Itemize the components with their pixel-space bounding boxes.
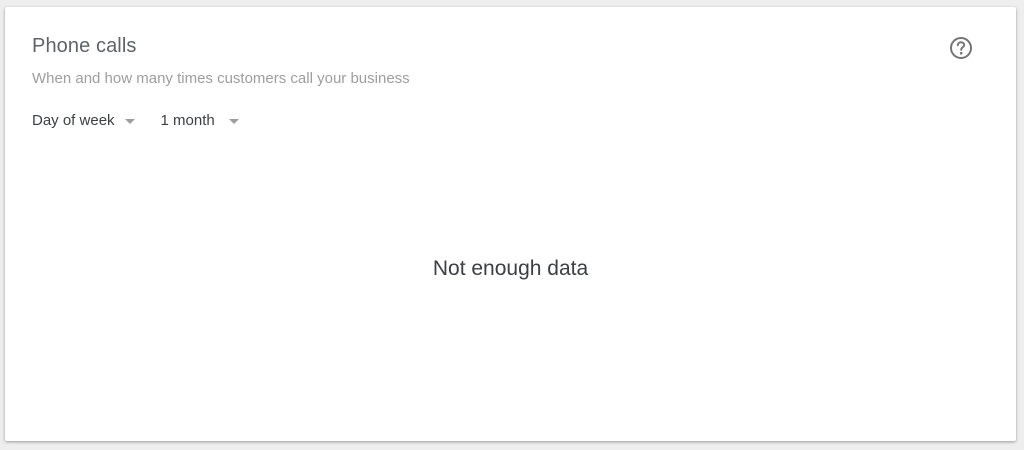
caret-down-icon [124,118,135,124]
card-title: Phone calls [32,35,137,57]
caret-down-icon [228,118,239,124]
card-subtitle: When and how many times customers call y… [32,70,410,87]
range-dropdown-value: 1 month [160,112,215,129]
range-dropdown[interactable]: 1 month [161,112,239,129]
empty-state-message: Not enough data [432,257,589,280]
grouping-dropdown[interactable]: Day of week [32,112,135,129]
grouping-dropdown-value: Day of week [32,112,115,129]
phone-calls-card: Phone calls When and how many times cust… [5,7,1016,441]
help-circle-icon[interactable] [948,35,974,61]
filter-bar: Day of week 1 month [32,112,239,129]
